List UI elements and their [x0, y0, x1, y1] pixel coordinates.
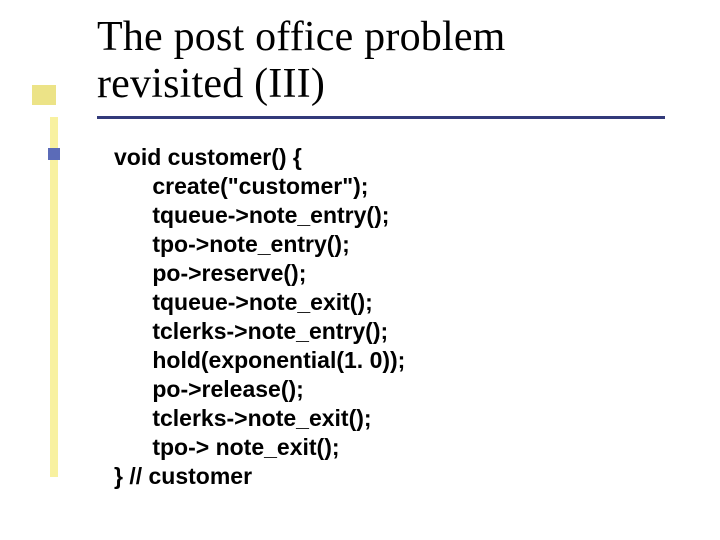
- code-line: tclerks->note_exit();: [114, 405, 372, 431]
- title-line-1: The post office problem: [97, 14, 657, 61]
- title-underline-icon: [97, 116, 665, 119]
- code-block: void customer() { create("customer"); tq…: [114, 143, 674, 491]
- bullet-square-icon: [48, 148, 60, 160]
- code-line: po->release();: [114, 376, 304, 402]
- slide-title: The post office problem revisited (III): [97, 14, 657, 108]
- code-line: tpo->note_entry();: [114, 231, 350, 257]
- code-line: hold(exponential(1. 0));: [114, 347, 405, 373]
- code-line: tpo-> note_exit();: [114, 434, 340, 460]
- code-line: void customer() {: [114, 144, 302, 170]
- code-line: po->reserve();: [114, 260, 306, 286]
- code-line: tqueue->note_entry();: [114, 202, 389, 228]
- code-line: tclerks->note_entry();: [114, 318, 388, 344]
- code-line: tqueue->note_exit();: [114, 289, 373, 315]
- code-line: create("customer");: [114, 173, 368, 199]
- title-line-2: revisited (III): [97, 61, 657, 108]
- slide: The post office problem revisited (III) …: [0, 0, 720, 540]
- decor-vertical-bar-icon: [50, 117, 58, 477]
- code-line: } // customer: [114, 463, 252, 489]
- decor-box-icon: [32, 85, 56, 105]
